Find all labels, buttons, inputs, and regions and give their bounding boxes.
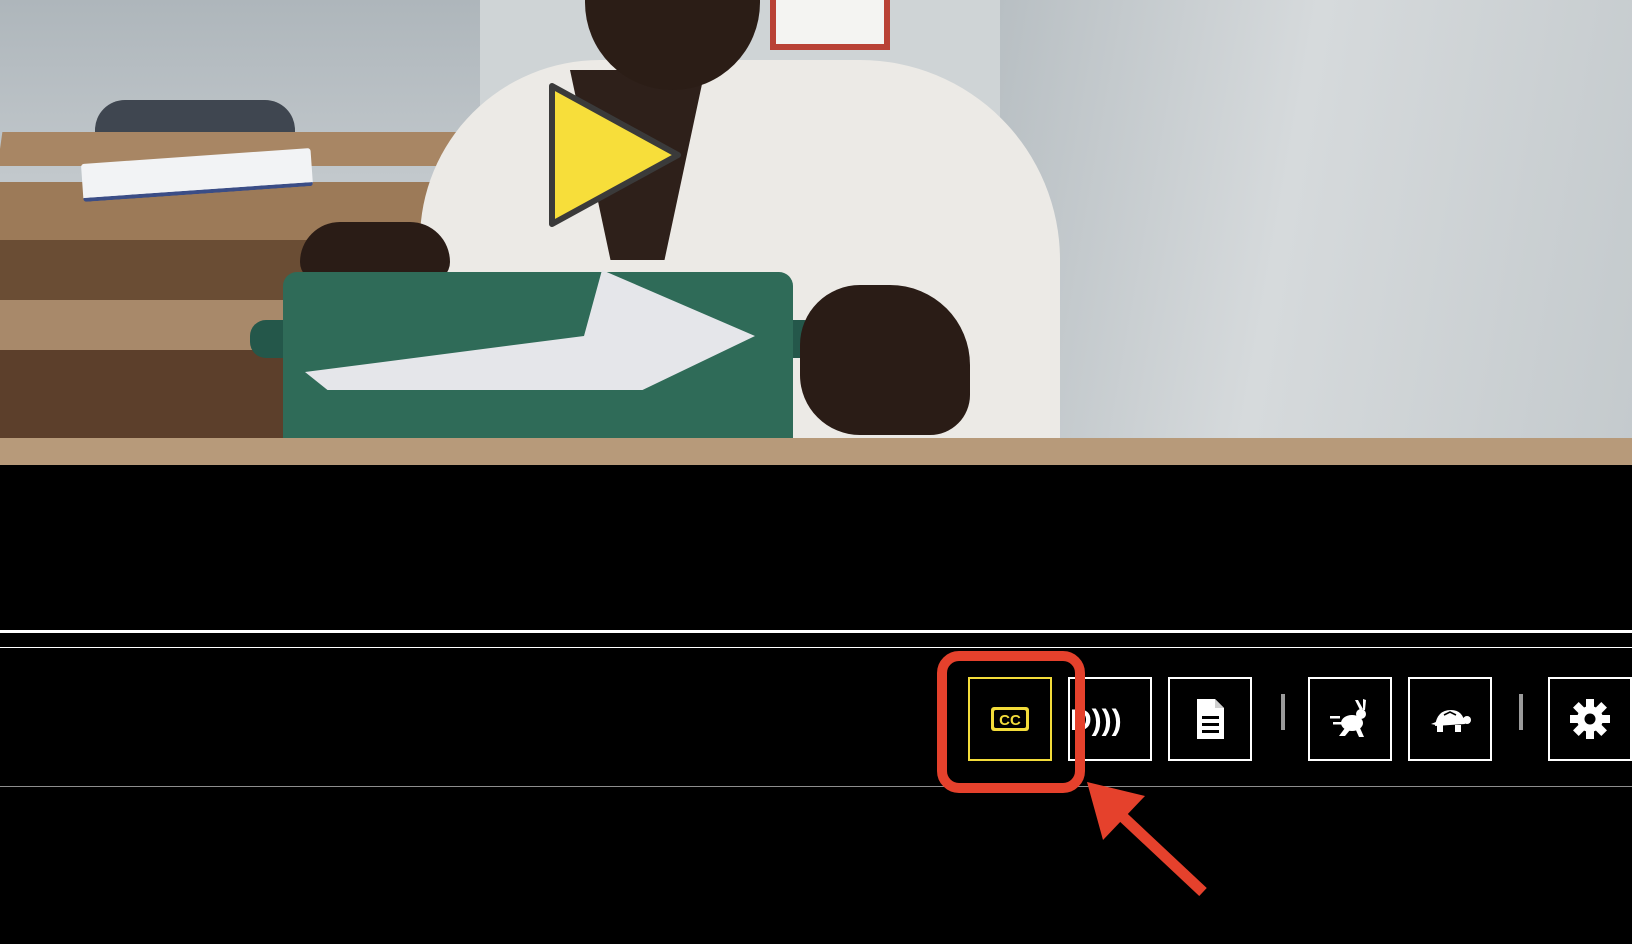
table [0,438,1632,465]
transcript-button[interactable] [1168,677,1252,761]
annotation-highlight-box [937,651,1085,793]
background-wall-right [1000,0,1632,465]
gear-icon [1570,699,1610,739]
transcript-icon [1197,699,1224,739]
play-button[interactable] [540,80,690,230]
preferences-button[interactable] [1548,677,1632,761]
slower-button[interactable] [1408,677,1492,761]
faster-button[interactable] [1308,677,1392,761]
window [770,0,890,50]
student-right-hand [800,285,970,435]
video-frame[interactable] [0,0,1632,465]
separator [1281,694,1285,730]
rabbit-icon [1330,699,1366,737]
caption-area [0,465,1632,625]
play-icon [549,83,681,227]
separator [1519,694,1523,730]
turtle-icon [1431,710,1471,732]
annotation-arrow-icon [1087,782,1207,897]
seek-bar-top[interactable] [0,630,1632,633]
